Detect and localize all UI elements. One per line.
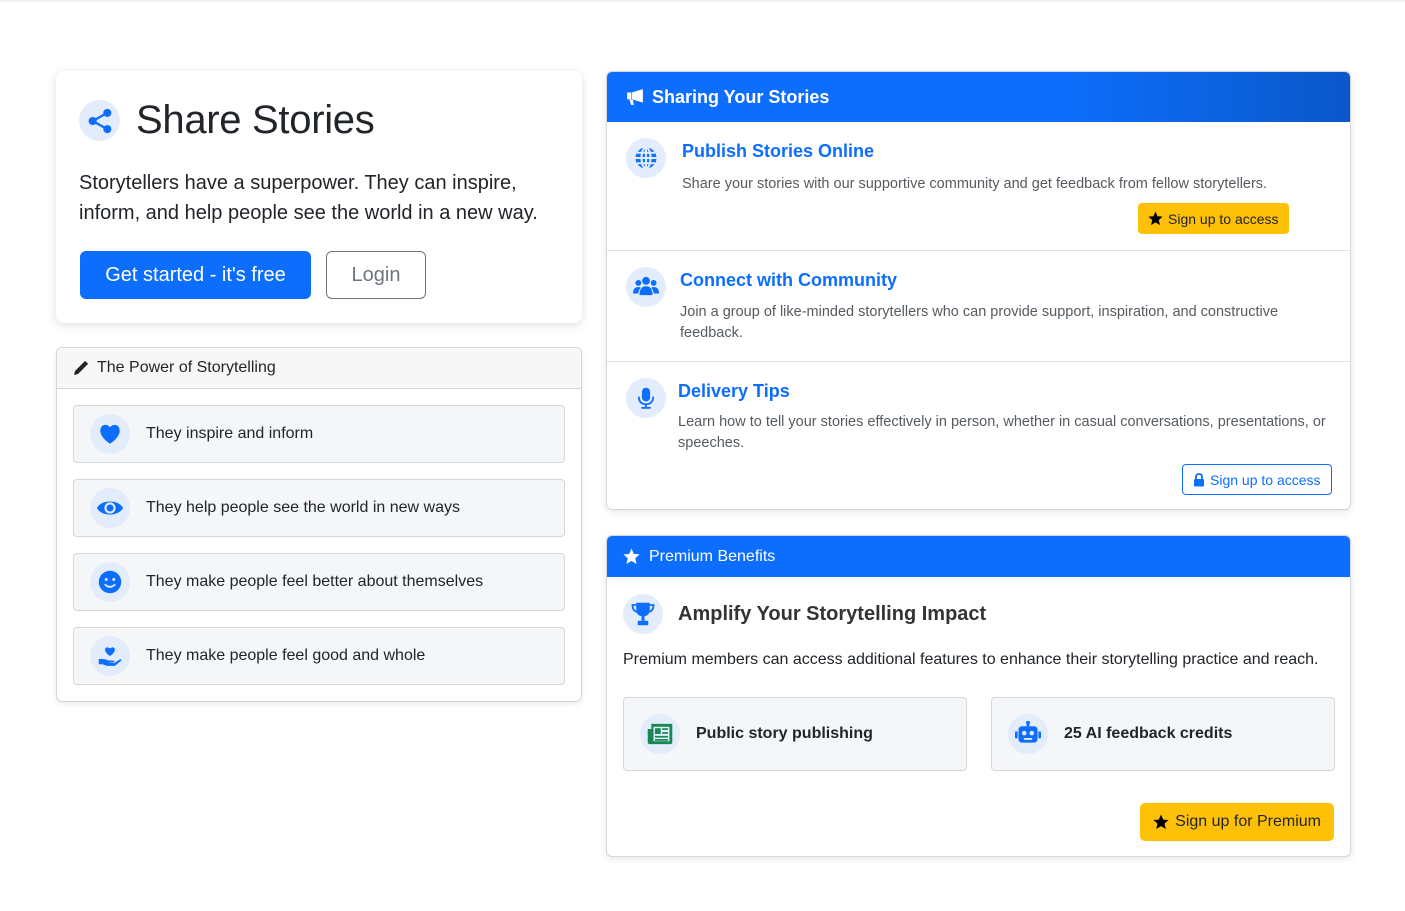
- feature-title[interactable]: Publish Stories Online: [682, 141, 874, 162]
- hero-card: Share Stories Storytellers have a superp…: [56, 71, 582, 323]
- feature-title[interactable]: Connect with Community: [680, 270, 897, 291]
- benefit-label: 25 AI feedback credits: [1064, 725, 1233, 742]
- list-item-label: They make people feel good and whole: [146, 647, 426, 664]
- feature-description: Learn how to tell your stories effective…: [678, 414, 1326, 451]
- smile-icon: [90, 562, 130, 602]
- robot-icon: [1008, 714, 1048, 754]
- list-item: They help people see the world in new wa…: [73, 479, 565, 537]
- feature-description: Join a group of like-minded storytellers…: [680, 304, 1279, 341]
- feature-description: Share your stories with our supportive c…: [682, 176, 1268, 192]
- benefit-item: Public story publishing: [623, 697, 967, 771]
- page-title: Share Stories: [136, 98, 375, 142]
- people-icon: [626, 267, 666, 307]
- premium-title: Amplify Your Storytelling Impact: [678, 602, 987, 625]
- sign-up-to-access-button[interactable]: Sign up to access: [1182, 464, 1332, 495]
- star-icon: [1148, 211, 1163, 226]
- sign-up-premium-button[interactable]: Sign up for Premium: [1140, 803, 1334, 841]
- lock-icon: [1194, 472, 1204, 486]
- premium-title-row: Amplify Your Storytelling Impact: [623, 594, 986, 634]
- list-item: They inspire and inform: [73, 405, 565, 463]
- share-icon: [79, 100, 120, 141]
- feature-publish-online: Publish Stories Online Share your storie…: [607, 122, 1350, 251]
- top-divider: [0, 0, 1405, 3]
- power-of-storytelling-card: The Power of Storytelling They inspire a…: [56, 347, 582, 702]
- megaphone-icon: [627, 89, 643, 105]
- premium-card-title: Premium Benefits: [649, 547, 776, 565]
- star-icon: [623, 548, 640, 564]
- newspaper-icon: [640, 714, 680, 754]
- list-item-label: They help people see the world in new wa…: [146, 499, 460, 516]
- sign-up-to-access-button[interactable]: Sign up to access: [1138, 203, 1289, 234]
- sharing-card-header: Sharing Your Stories: [607, 72, 1350, 122]
- trophy-icon: [623, 594, 663, 634]
- feature-delivery-tips: Delivery Tips Learn how to tell your sto…: [607, 362, 1350, 509]
- power-card-title: The Power of Storytelling: [97, 359, 276, 376]
- hand-heart-icon: [90, 636, 130, 676]
- hero-title-row: Share Stories: [79, 98, 375, 143]
- premium-card-header: Premium Benefits: [607, 536, 1350, 577]
- get-started-button[interactable]: Get started - it's free: [80, 251, 311, 299]
- list-item-label: They make people feel better about thems…: [146, 573, 484, 590]
- microphone-icon: [626, 378, 666, 418]
- button-label: Sign up to access: [1168, 210, 1279, 227]
- premium-description: Premium members can access additional fe…: [623, 651, 1319, 668]
- premium-benefits-card: Premium Benefits Amplify Your Storytelli…: [606, 535, 1351, 857]
- hero-description: Storytellers have a superpower. They can…: [79, 172, 538, 224]
- button-label: Sign up for Premium: [1175, 813, 1321, 830]
- star-icon: [1153, 814, 1169, 829]
- benefit-item: 25 AI feedback credits: [991, 697, 1335, 771]
- benefit-label: Public story publishing: [696, 725, 873, 742]
- heart-icon: [90, 414, 130, 454]
- sharing-card-title: Sharing Your Stories: [652, 86, 830, 107]
- list-item-label: They inspire and inform: [146, 425, 314, 442]
- feature-title[interactable]: Delivery Tips: [678, 381, 790, 402]
- power-card-header: The Power of Storytelling: [57, 348, 581, 389]
- eye-icon: [90, 488, 130, 528]
- login-button[interactable]: Login: [326, 251, 426, 299]
- feature-connect-community: Connect with Community Join a group of l…: [607, 251, 1350, 362]
- pencil-icon: [74, 360, 89, 375]
- sharing-stories-card: Sharing Your Stories Publish Stories Onl…: [606, 71, 1351, 510]
- globe-icon: [626, 138, 666, 178]
- list-item: They make people feel good and whole: [73, 627, 565, 685]
- list-item: They make people feel better about thems…: [73, 553, 565, 611]
- button-label: Sign up to access: [1210, 471, 1321, 488]
